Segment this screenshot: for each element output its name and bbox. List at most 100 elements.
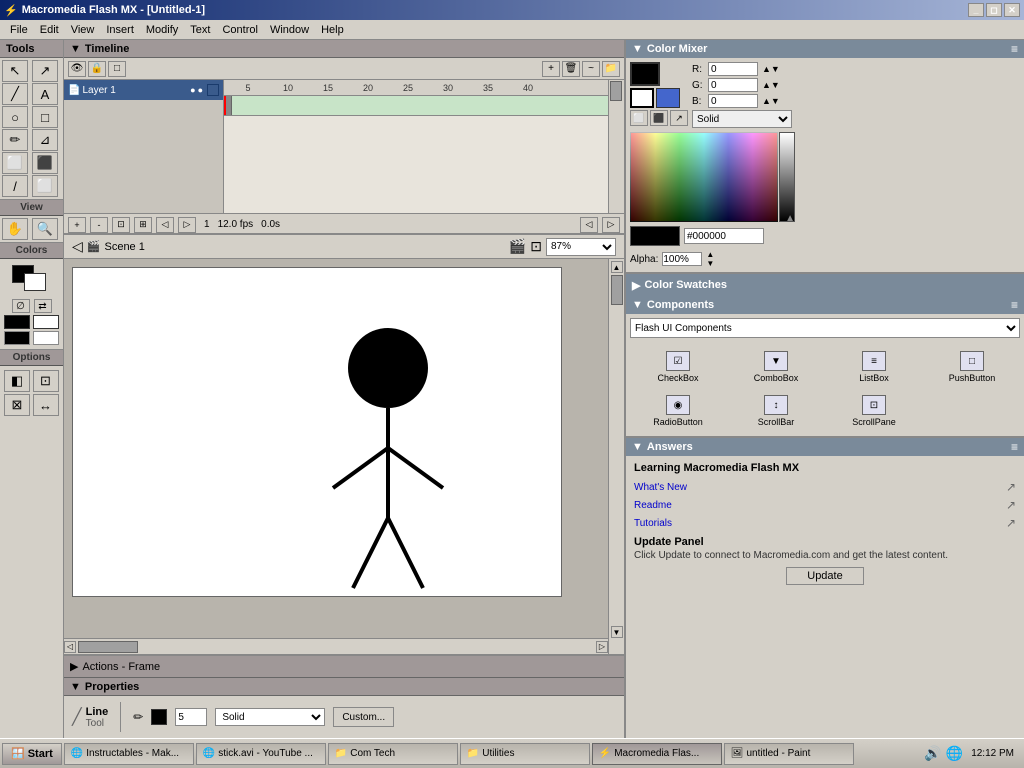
eraser-tool[interactable]: ⬜	[32, 175, 58, 197]
cm-icon-btn-3[interactable]: ↗	[670, 110, 688, 126]
menu-help[interactable]: Help	[315, 22, 350, 38]
timeline-collapse-arrow[interactable]: ▼	[70, 43, 81, 55]
timeline-scroll-thumb[interactable]	[610, 81, 622, 101]
close-button[interactable]: ✕	[1004, 3, 1020, 17]
cm-icon-btn-2[interactable]: ⬛	[650, 110, 668, 126]
brightness-bar[interactable]	[779, 132, 795, 222]
update-button[interactable]: Update	[786, 567, 863, 585]
stroke-color2-btn[interactable]	[4, 331, 30, 345]
eyedropper-tool[interactable]: /	[2, 175, 28, 197]
layer-row[interactable]: 📄 Layer 1 ● ●	[64, 80, 223, 100]
comp-scrollpane[interactable]: ⊡ ScrollPane	[826, 390, 922, 432]
prop-collapse[interactable]: ▼	[70, 681, 81, 693]
text-tool[interactable]: A	[32, 83, 58, 105]
tf-btn4[interactable]: ▷	[178, 217, 196, 233]
menu-text[interactable]: Text	[184, 22, 216, 38]
canvas-scrollbar-h[interactable]: ◁ ▷	[64, 638, 608, 654]
paint-bucket-tool[interactable]: ⬛	[32, 152, 58, 174]
loop-btn2[interactable]: ▷	[602, 217, 620, 233]
stroke-black-btn[interactable]	[4, 315, 30, 329]
actions-collapse[interactable]: ▶	[70, 660, 78, 673]
menu-view[interactable]: View	[65, 22, 101, 38]
stroke-color-swatch-prop[interactable]	[151, 709, 167, 725]
alpha-input[interactable]	[662, 252, 702, 266]
oval-tool[interactable]: ○	[2, 106, 28, 128]
comp-combobox[interactable]: ▼ ComboBox	[728, 346, 824, 388]
guide-layer-btn[interactable]: ~	[582, 61, 600, 77]
add-frame-btn[interactable]: +	[68, 217, 86, 233]
readme-link[interactable]: Readme ↗	[634, 498, 1016, 512]
scroll-left-btn[interactable]: ◁	[64, 641, 76, 653]
scroll-down-btn[interactable]: ▼	[611, 626, 623, 638]
scroll-up-btn[interactable]: ▲	[611, 261, 623, 273]
comp-listbox[interactable]: ≡ ListBox	[826, 346, 922, 388]
canvas-area[interactable]: ▲ ▼	[64, 259, 624, 654]
whats-new-link[interactable]: What's New ↗	[634, 480, 1016, 494]
scroll-right-btn[interactable]: ▷	[596, 641, 608, 653]
arrow-tool[interactable]: ↖	[2, 60, 28, 82]
menu-control[interactable]: Control	[216, 22, 263, 38]
cm-g-input[interactable]	[708, 78, 758, 92]
menu-file[interactable]: File	[4, 22, 34, 38]
fill-white-btn[interactable]	[33, 315, 59, 329]
zoom-select[interactable]: 87% 25% 50% 75% 100%	[546, 238, 616, 256]
alpha-up[interactable]: ▲	[706, 250, 714, 259]
option-btn-2[interactable]: ⊡	[33, 370, 59, 392]
insert-layer-btn[interactable]: +	[542, 61, 560, 77]
cs-collapse[interactable]: ▶	[632, 279, 640, 292]
cm-r-down[interactable]: ▼	[771, 64, 780, 74]
menu-modify[interactable]: Modify	[140, 22, 184, 38]
color-swap-area[interactable]	[12, 265, 52, 295]
taskbar-utilities[interactable]: 📁 Utilities	[460, 743, 590, 765]
tutorials-link[interactable]: Tutorials ↗	[634, 516, 1016, 530]
minimize-button[interactable]: _	[968, 3, 984, 17]
option-btn-1[interactable]: ◧	[4, 370, 30, 392]
taskbar-comtech[interactable]: 📁 Com Tech	[328, 743, 458, 765]
subselect-tool[interactable]: ↗	[32, 60, 58, 82]
taskbar-youtube[interactable]: 🌐 stick.avi - YouTube ...	[196, 743, 326, 765]
cm-r-input[interactable]	[708, 62, 758, 76]
delete-layer-btn[interactable]: 🗑	[562, 61, 580, 77]
actions-panel[interactable]: ▶ Actions - Frame	[64, 656, 624, 678]
cm-g-up[interactable]: ▲	[762, 80, 771, 90]
scene-icon2[interactable]: ⊡	[530, 238, 542, 255]
zoom-tool[interactable]: 🔍	[32, 218, 58, 240]
comp-pushbutton[interactable]: □ PushButton	[924, 346, 1020, 388]
tray-icon-1[interactable]: 🔊	[924, 745, 941, 762]
menu-insert[interactable]: Insert	[100, 22, 140, 38]
custom-button[interactable]: Custom...	[333, 707, 394, 727]
cm-b-up[interactable]: ▲	[762, 96, 771, 106]
scroll-thumb-v[interactable]	[611, 275, 623, 305]
cm-stroke-swatch[interactable]	[630, 62, 660, 86]
canvas-scrollbar-v[interactable]: ▲ ▼	[608, 259, 624, 654]
tray-icon-2[interactable]: 🌐	[946, 745, 963, 762]
loop-btn[interactable]: ◁	[580, 217, 598, 233]
restore-button[interactable]: ◻	[986, 3, 1002, 17]
stage-canvas[interactable]	[72, 267, 562, 597]
cm-b-down[interactable]: ▼	[771, 96, 780, 106]
comp-radiobutton[interactable]: ◉ RadioButton	[630, 390, 726, 432]
comp-scrollbar[interactable]: ↕ ScrollBar	[728, 390, 824, 432]
cm-stroke-icon[interactable]	[630, 88, 654, 108]
brush-tool[interactable]: ⊿	[32, 129, 58, 151]
timeline-scrollbar-v[interactable]	[608, 80, 624, 213]
ans-options-icon[interactable]: ≡	[1011, 440, 1018, 454]
cm-fill-icon[interactable]	[656, 88, 680, 108]
option-btn-4[interactable]: ↔	[33, 394, 59, 416]
scene-icon1[interactable]: 🎬	[509, 238, 526, 255]
comp-checkbox[interactable]: ☑ CheckBox	[630, 346, 726, 388]
ans-collapse[interactable]: ▼	[632, 441, 643, 453]
color-mixer-collapse[interactable]: ▼	[632, 43, 643, 55]
tf-btn3[interactable]: ◁	[156, 217, 174, 233]
cm-r-up[interactable]: ▲	[762, 64, 771, 74]
taskbar-paint[interactable]: 🖼 untitled - Paint	[724, 743, 854, 765]
hand-tool[interactable]: ✋	[2, 218, 28, 240]
frame-track[interactable]	[224, 96, 608, 116]
cm-b-input[interactable]	[708, 94, 758, 108]
menu-edit[interactable]: Edit	[34, 22, 65, 38]
lock-btn[interactable]: 🔒	[88, 61, 106, 77]
cm-icon-btn-1[interactable]: ⬜	[630, 110, 648, 126]
cm-g-down[interactable]: ▼	[771, 80, 780, 90]
tf-btn[interactable]: ⊡	[112, 217, 130, 233]
comp-collapse[interactable]: ▼	[632, 299, 643, 311]
